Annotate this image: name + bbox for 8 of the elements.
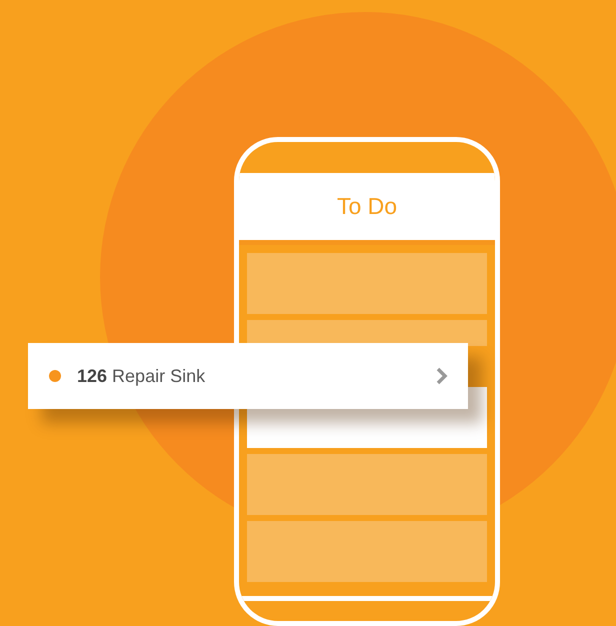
task-label: 126 Repair Sink [77,366,206,386]
chevron-right-icon[interactable] [436,367,448,385]
status-dot-icon [49,370,61,382]
list-row[interactable] [247,253,487,314]
phone-title: To Do [336,193,398,220]
list-row[interactable] [247,521,487,582]
list-row[interactable] [247,454,487,515]
task-card[interactable]: 126 Repair Sink [28,343,468,409]
